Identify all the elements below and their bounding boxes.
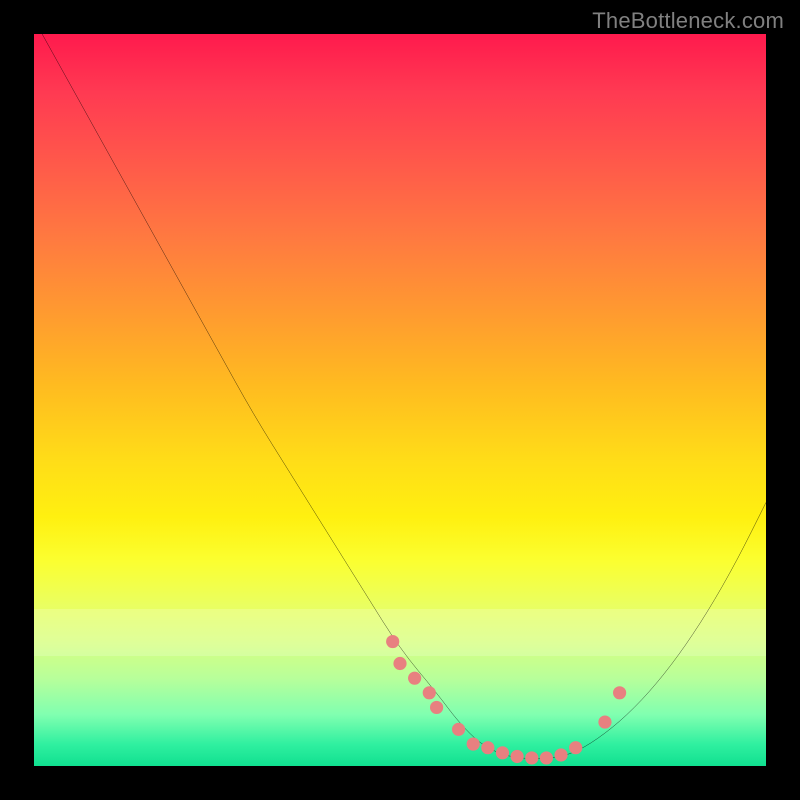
plot-area [34, 34, 766, 766]
highlight-dot [423, 686, 436, 699]
highlight-dot [511, 750, 524, 763]
highlight-dot [569, 741, 582, 754]
highlight-dot [452, 723, 465, 736]
highlight-dot [496, 746, 509, 759]
highlight-dot [393, 657, 406, 670]
highlight-dot [467, 737, 480, 750]
highlight-dot [386, 635, 399, 648]
highlight-dot [430, 701, 443, 714]
bottleneck-curve [34, 34, 766, 759]
highlight-dot [554, 748, 567, 761]
watermark-text: TheBottleneck.com [592, 8, 784, 34]
highlight-dot [525, 751, 538, 764]
highlight-dot [540, 751, 553, 764]
curve-layer [34, 34, 766, 766]
highlight-dot [408, 672, 421, 685]
highlight-dot [481, 741, 494, 754]
chart-frame: TheBottleneck.com [0, 0, 800, 800]
highlight-dot [598, 715, 611, 728]
highlight-dot [613, 686, 626, 699]
